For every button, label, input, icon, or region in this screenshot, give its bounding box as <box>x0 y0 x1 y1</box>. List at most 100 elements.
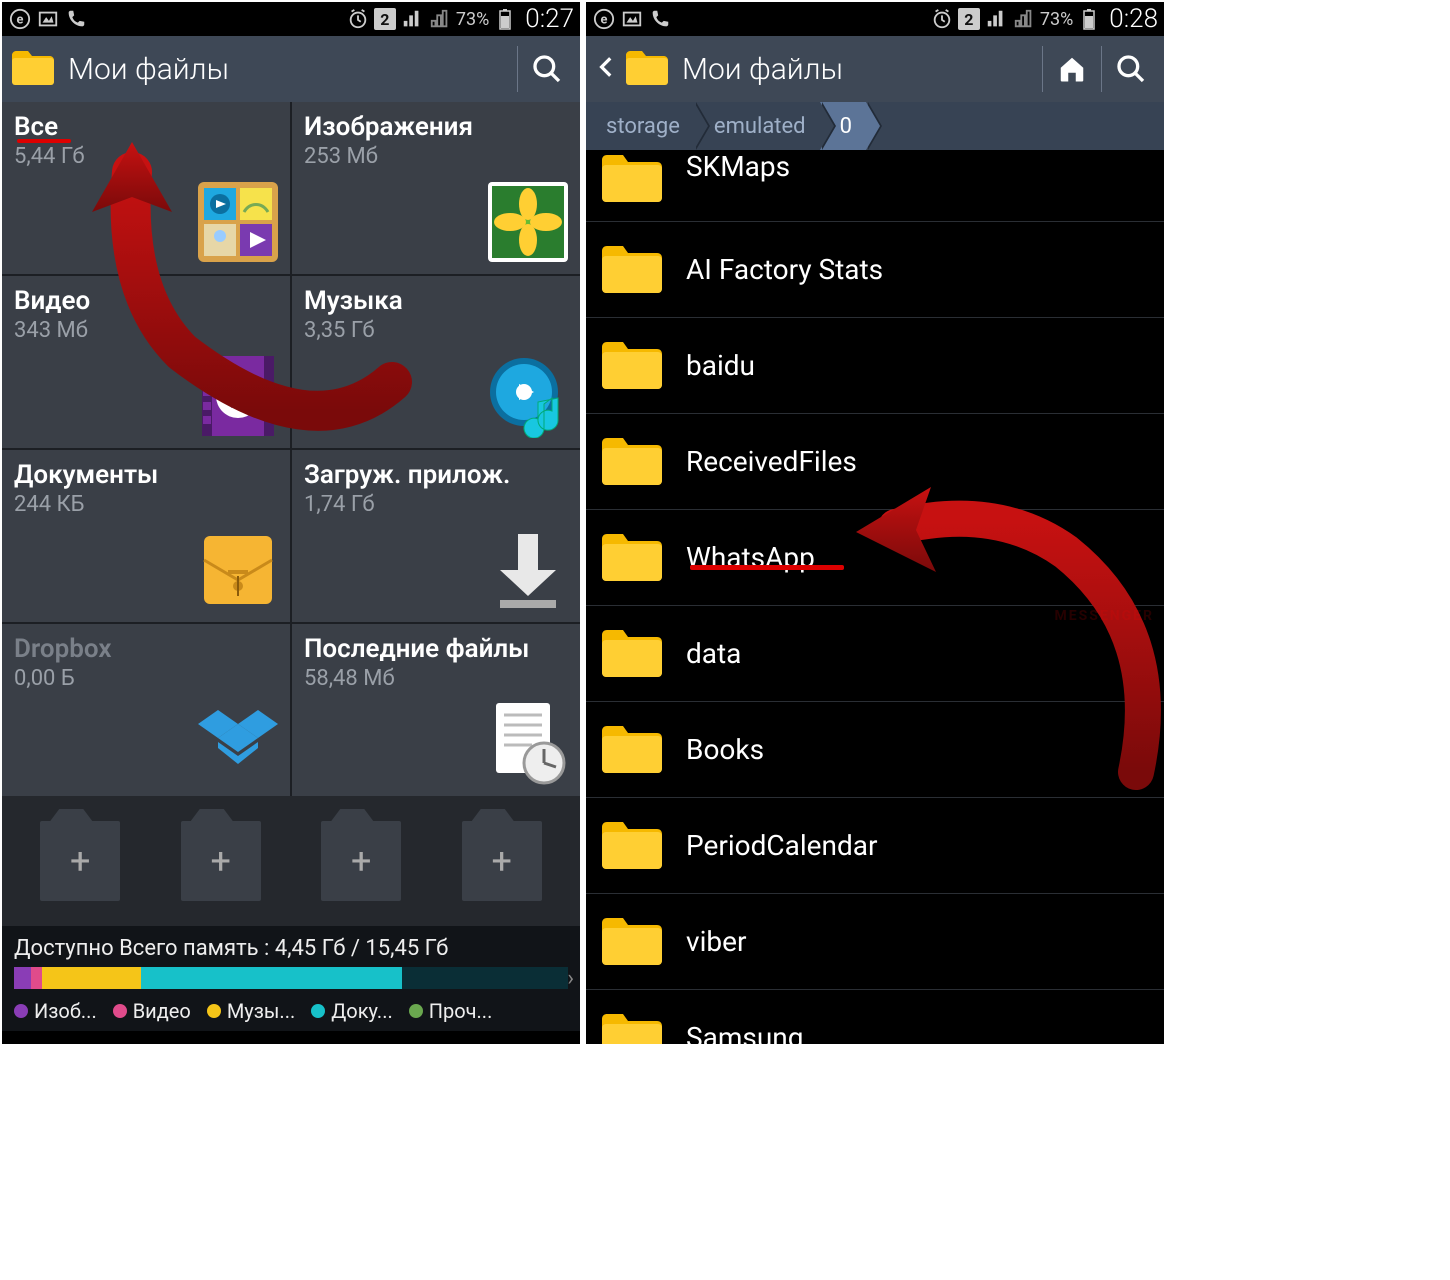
tile-title: Последние файлы <box>304 634 568 664</box>
search-icon <box>1115 53 1147 85</box>
legend-label: Проч... <box>429 999 493 1023</box>
legend-item: Музы... <box>207 999 295 1023</box>
folder-icon <box>600 529 664 587</box>
legend-dot-icon <box>113 1004 127 1018</box>
svg-text:e: e <box>17 13 24 28</box>
legend-dot-icon <box>14 1004 28 1018</box>
add-shortcut-2[interactable]: + <box>181 821 261 901</box>
phone-icon <box>648 7 672 31</box>
legend-dot-icon <box>409 1004 423 1018</box>
tile-видео[interactable]: Видео343 Мб <box>2 276 290 448</box>
status-bar: e 2 73% 0:27 <box>2 2 580 36</box>
storage-segment <box>42 967 142 989</box>
breadcrumb-storage[interactable]: storage <box>586 102 694 150</box>
tile-subtitle: 5,44 Гб <box>14 144 278 169</box>
sim-indicator: 2 <box>958 8 980 30</box>
dropbox-icon <box>196 702 280 786</box>
legend-item: Изоб... <box>14 999 97 1023</box>
folder-name: AI Factory Stats <box>686 253 883 286</box>
folder-row-books[interactable]: Books <box>586 702 1164 798</box>
category-tiles: Все5,44 ГбИзображения253 МбВидео343 МбМу… <box>2 102 580 796</box>
folder-icon <box>600 1009 664 1045</box>
back-button[interactable] <box>594 47 620 91</box>
tile-документы[interactable]: Документы244 КБ <box>2 450 290 622</box>
edge-browser-icon: e <box>592 7 616 31</box>
app-title: Мои файлы <box>682 52 1038 87</box>
folder-row-periodcalendar[interactable]: PeriodCalendar <box>586 798 1164 894</box>
app-title: Мои файлы <box>68 52 513 87</box>
tile-изображения[interactable]: Изображения253 Мб <box>292 102 580 274</box>
tile-subtitle: 58,48 Мб <box>304 666 568 691</box>
tile-музыка[interactable]: Музыка3,35 Гб <box>292 276 580 448</box>
tile-загруж-прилож-[interactable]: Загруж. прилож.1,74 Гб <box>292 450 580 622</box>
folder-row-whatsapp[interactable]: WhatsApp <box>586 510 1164 606</box>
folder-name: Samsung <box>686 1021 803 1044</box>
folder-row-ai-factory-stats[interactable]: AI Factory Stats <box>586 222 1164 318</box>
legend-label: Изоб... <box>34 999 97 1023</box>
storage-bar <box>14 967 568 989</box>
breadcrumb-emulated[interactable]: emulated <box>694 102 820 150</box>
folder-row-baidu[interactable]: baidu <box>586 318 1164 414</box>
legend-label: Доку... <box>331 999 393 1023</box>
flower-photo-icon <box>486 180 570 264</box>
picture-icon <box>36 7 60 31</box>
tile-subtitle: 244 КБ <box>14 492 278 517</box>
picture-icon <box>620 7 644 31</box>
folder-icon <box>600 337 664 395</box>
tile-последние-файлы[interactable]: Последние файлы58,48 Мб <box>292 624 580 796</box>
tile-все[interactable]: Все5,44 Гб <box>2 102 290 274</box>
screenshot-right: e 2 73% 0:28 <box>586 2 1164 1044</box>
home-button[interactable] <box>1047 44 1097 94</box>
app-folder-icon <box>10 47 56 91</box>
storage-legend: Изоб...ВидеоМузы...Доку...Проч... <box>14 989 568 1031</box>
download-icon <box>486 528 570 612</box>
storage-panel[interactable]: Доступно Всего память : 4,45 Гб / 15,45 … <box>2 926 580 1031</box>
folder-row-samsung[interactable]: Samsung <box>586 990 1164 1044</box>
legend-item: Проч... <box>409 999 493 1023</box>
folder-name: baidu <box>686 349 755 382</box>
folder-icon <box>600 817 664 875</box>
storage-segment <box>14 967 31 989</box>
video-play-icon <box>196 354 280 438</box>
folder-name: data <box>686 637 741 670</box>
tile-title: Все <box>14 112 278 142</box>
battery-icon <box>1077 7 1101 31</box>
sim-indicator: 2 <box>374 8 396 30</box>
svg-text:e: e <box>601 13 608 28</box>
folder-icon <box>600 150 664 208</box>
tile-title: Загруж. прилож. <box>304 460 568 490</box>
divider <box>1101 46 1102 92</box>
folder-icon <box>600 433 664 491</box>
tile-subtitle: 343 Мб <box>14 318 278 343</box>
annotation-underline <box>17 139 71 143</box>
signal-icon-2 <box>428 7 452 31</box>
tile-dropbox[interactable]: Dropbox0,00 Б <box>2 624 290 796</box>
add-shortcut-1[interactable]: + <box>40 821 120 901</box>
music-disc-icon <box>486 354 570 438</box>
tile-title: Dropbox <box>14 634 278 664</box>
edge-browser-icon: e <box>8 7 32 31</box>
storage-label: Доступно Всего память : 4,45 Гб / 15,45 … <box>14 936 568 961</box>
folder-row-receivedfiles[interactable]: ReceivedFiles <box>586 414 1164 510</box>
chevron-left-icon <box>594 47 620 87</box>
tile-title: Документы <box>14 460 278 490</box>
breadcrumb: storageemulated0 <box>586 102 1164 150</box>
folder-name: PeriodCalendar <box>686 829 877 862</box>
folder-icon <box>600 241 664 299</box>
home-icon <box>1057 54 1087 84</box>
search-button[interactable] <box>522 44 572 94</box>
envelope-doc-icon <box>196 528 280 612</box>
folder-row-skmaps[interactable]: SKMaps <box>586 150 1164 222</box>
folder-icon <box>600 721 664 779</box>
folder-icon <box>600 625 664 683</box>
chevron-right-icon: › <box>567 966 574 991</box>
tile-title: Изображения <box>304 112 568 142</box>
tile-subtitle: 0,00 Б <box>14 666 278 691</box>
folder-row-viber[interactable]: viber <box>586 894 1164 990</box>
add-shortcut-4[interactable]: + <box>462 821 542 901</box>
add-shortcut-3[interactable]: + <box>321 821 401 901</box>
search-button[interactable] <box>1106 44 1156 94</box>
gallery-grid-icon <box>196 180 280 264</box>
folder-list: SKMaps AI Factory Stats baidu ReceivedFiles… <box>586 150 1164 1044</box>
legend-dot-icon <box>311 1004 325 1018</box>
